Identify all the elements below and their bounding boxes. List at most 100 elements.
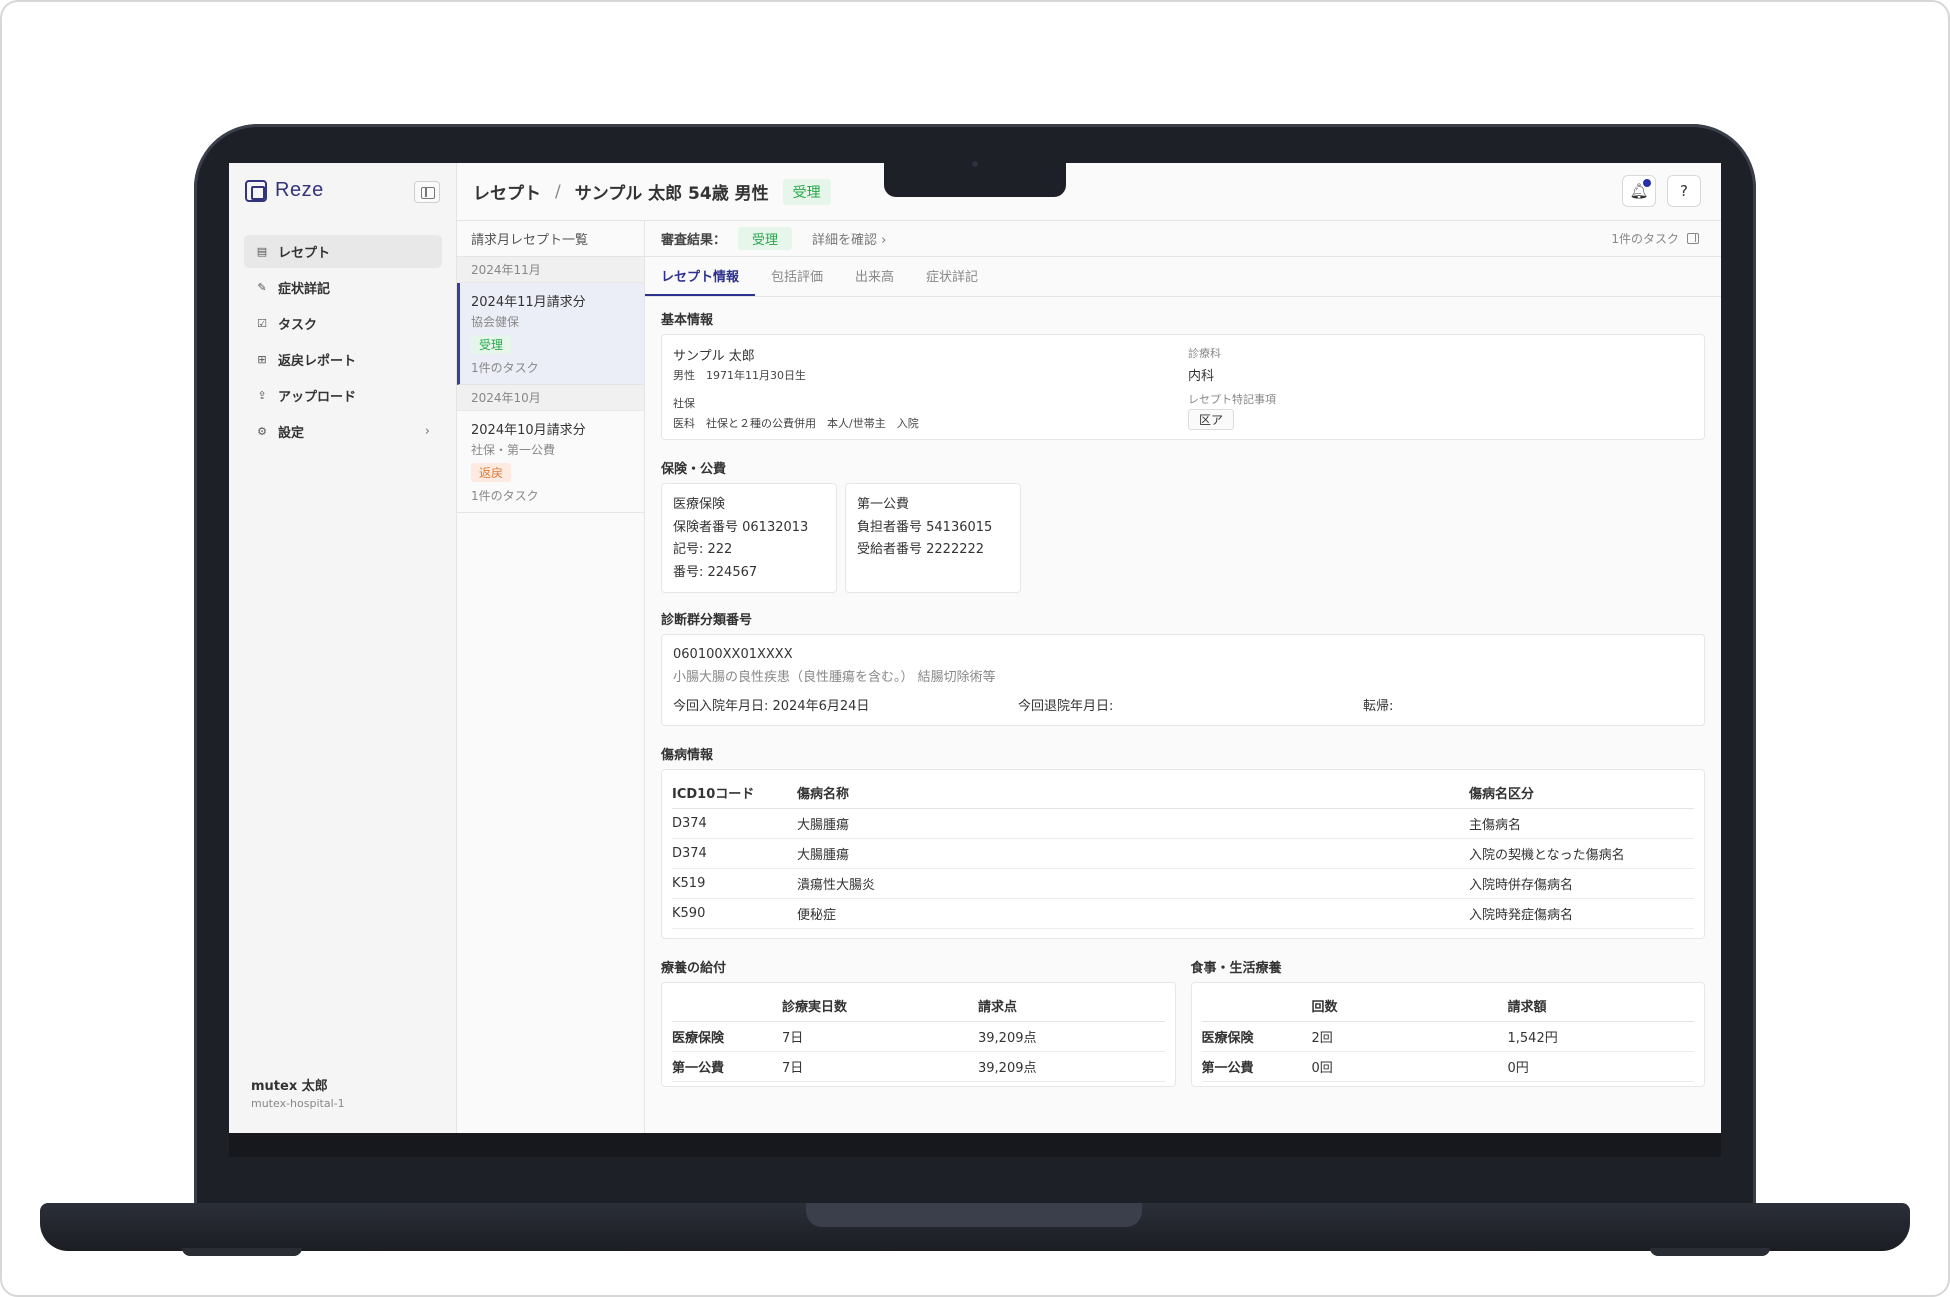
public-expense-card: 第一公費 負担者番号 54136015 受給者番号 2222222: [845, 483, 1021, 593]
sidebar-collapse-icon[interactable]: [414, 181, 440, 203]
count-value: 0回: [1311, 1051, 1508, 1082]
points-value: 39,209点: [978, 1021, 1165, 1052]
column-header: 診療実日数: [782, 991, 978, 1022]
logo-text: Reze: [275, 179, 324, 201]
row-label: 医療保険: [1201, 1021, 1312, 1052]
department-value: 内科: [1188, 369, 1215, 384]
claim-task-count: 1件のタスク: [471, 489, 539, 503]
section-title: 基本情報: [661, 313, 714, 328]
sidebar-item-label: アップロード: [278, 390, 357, 405]
points-value: 39,209点: [978, 1051, 1165, 1082]
help-button[interactable]: ?: [1667, 175, 1701, 207]
claim-list-pane: 請求月レセプト一覧 2024年11月 2024年11月請求分 協会健保 受理 1…: [457, 221, 645, 1133]
tab-symptoms[interactable]: 症状詳記: [910, 266, 994, 296]
claim-insurer: 協会健保: [471, 315, 520, 329]
review-detail-link[interactable]: 詳細を確認 ›: [812, 229, 886, 248]
claim-title: 2024年10月請求分: [471, 423, 586, 438]
task-panel-toggle[interactable]: 1件のタスク: [1611, 230, 1699, 247]
user-profile[interactable]: mutex 太郎 mutex-hospital-1: [251, 1075, 345, 1110]
department-label: 診療科: [1188, 347, 1221, 360]
status-badge: 受理: [782, 178, 831, 205]
claim-list-title: 請求月レセプト一覧: [457, 221, 644, 257]
tab-bar: レセプト情報 包括評価 出来高 症状詳記: [645, 257, 1721, 297]
breadcrumb-root[interactable]: レセプト: [473, 179, 541, 204]
table-row: 第一公費 0回 0円: [1201, 1051, 1694, 1082]
insurance-card-title: 医療保険: [673, 497, 726, 512]
laptop-foot: [1650, 1248, 1770, 1256]
sidebar-item-tasks[interactable]: ☑ タスク: [244, 307, 442, 340]
icd10-code: D374: [672, 808, 797, 839]
insurance-card-line: 番号: 224567: [673, 564, 758, 580]
notification-button[interactable]: 🔔︎: [1622, 175, 1656, 207]
benefit-card: 診療実日数 請求点 医療保険 7日 39,209点 第一公費 7日 39,209…: [661, 982, 1176, 1087]
disease-category: 主傷病名: [1469, 808, 1694, 839]
column-header: 傷病名称: [797, 778, 1469, 809]
dpc-description: 小腸大腸の良性疾患（良性腫瘍を含む。） 結腸切除術等: [673, 670, 996, 685]
disease-category: 入院の契機となった傷病名: [1469, 838, 1694, 869]
count-value: 2回: [1311, 1021, 1508, 1052]
claim-task-count: 1件のタスク: [471, 361, 539, 375]
discharge-date: 今回退院年月日:: [1018, 699, 1114, 714]
amount-value: 0円: [1507, 1051, 1694, 1082]
gear-icon: ⚙: [257, 425, 267, 438]
icd10-code: D374: [672, 838, 797, 869]
sidebar-item-upload[interactable]: ⇪ アップロード: [244, 379, 442, 412]
sidebar-item-symptoms[interactable]: ✎ 症状詳記: [244, 271, 442, 304]
insurance-card-line: 保険者番号 06132013: [673, 519, 809, 535]
sidebar-item-label: 返戻レポート: [278, 354, 357, 369]
logo[interactable]: Reze: [245, 179, 324, 202]
benefit-section: 療養の給付 診療実日数 請求点 医療保険 7日 39,209点 第一公費 7日 …: [661, 957, 1176, 1087]
outcome: 転帰:: [1363, 699, 1394, 714]
task-count: 1件のタスク: [1611, 232, 1679, 246]
disease-name: 大腸腫瘍: [797, 838, 1469, 869]
tab-comprehensive[interactable]: 包括評価: [755, 266, 839, 296]
column-header: ICD10コード: [672, 778, 797, 809]
page-title: サンプル 太郎 54歳 男性: [574, 184, 769, 204]
tab-receipt-info[interactable]: レセプト情報: [645, 266, 756, 296]
meal-section: 食事・生活療養 回数 請求額 医療保険 2回 1,542円 第一公費 0回 0円: [1190, 957, 1705, 1087]
disease-category: 入院時併存傷病名: [1469, 868, 1694, 899]
section-title: 傷病情報: [661, 748, 714, 763]
app: Reze ▤ レセプト ✎ 症状詳記 ☑ タスク ⊞ 返戻レポート ⇪ アップロ…: [229, 163, 1721, 1133]
tab-fee-for-service[interactable]: 出来高: [839, 266, 910, 296]
table-row: 医療保険 2回 1,542円: [1201, 1021, 1694, 1052]
insurance-row: 医療保険 保険者番号 06132013 記号: 222 番号: 224567 第…: [661, 483, 1705, 593]
user-name: mutex 太郎: [251, 1079, 328, 1094]
admission-date: 今回入院年月日: 2024年6月24日: [673, 699, 870, 714]
panel-icon: [1687, 233, 1699, 244]
sidebar: Reze ▤ レセプト ✎ 症状詳記 ☑ タスク ⊞ 返戻レポート ⇪ アップロ…: [229, 163, 457, 1133]
logo-icon: [245, 179, 267, 202]
special-note-tag: 区ア: [1188, 409, 1235, 430]
grid-icon: ⊞: [257, 353, 267, 366]
chevron-right-icon: ›: [424, 424, 430, 439]
laptop-bezel: [229, 1133, 1721, 1157]
section-title: 食事・生活療養: [1190, 961, 1282, 976]
disease-name: 便秘症: [797, 898, 1469, 929]
sidebar-item-label: 症状詳記: [278, 282, 331, 297]
review-label: 審査結果：: [661, 233, 727, 248]
sidebar-item-receipt[interactable]: ▤ レセプト: [244, 235, 442, 268]
sidebar-item-settings[interactable]: ⚙ 設定 ›: [244, 415, 442, 448]
column-header: 回数: [1311, 991, 1508, 1022]
days-value: 7日: [782, 1021, 978, 1052]
sidebar-item-return-report[interactable]: ⊞ 返戻レポート: [244, 343, 442, 376]
patient-sex-dob: 男性 1971年11月30日生: [673, 369, 806, 382]
receipt-content: 基本情報 サンプル 太郎 男性 1971年11月30日生 社保 医科 社保と２種…: [661, 309, 1705, 1087]
sidebar-item-label: 設定: [278, 426, 305, 441]
icd10-code: K519: [672, 868, 797, 899]
section-title: 保険・公費: [661, 462, 727, 477]
camera-notch: [884, 163, 1066, 197]
review-detail-label: 詳細を確認: [812, 233, 878, 248]
special-note-label: レセプト特記事項: [1188, 393, 1276, 406]
upload-file-icon: ⇪: [257, 389, 267, 402]
row-label: 医療保険: [672, 1021, 782, 1052]
claim-item[interactable]: 2024年10月請求分 社保・第一公費 返戻 1件のタスク: [457, 411, 644, 513]
sidebar-item-label: タスク: [278, 318, 318, 333]
insurance-card-line: 負担者番号 54136015: [857, 519, 993, 535]
help-icon: ?: [1680, 182, 1688, 200]
column-header: 請求点: [978, 991, 1165, 1022]
claim-item[interactable]: 2024年11月請求分 協会健保 受理 1件のタスク: [457, 283, 644, 385]
amount-value: 1,542円: [1507, 1021, 1694, 1052]
document-icon: ▤: [256, 245, 268, 258]
insurance-card-title: 第一公費: [857, 497, 910, 512]
